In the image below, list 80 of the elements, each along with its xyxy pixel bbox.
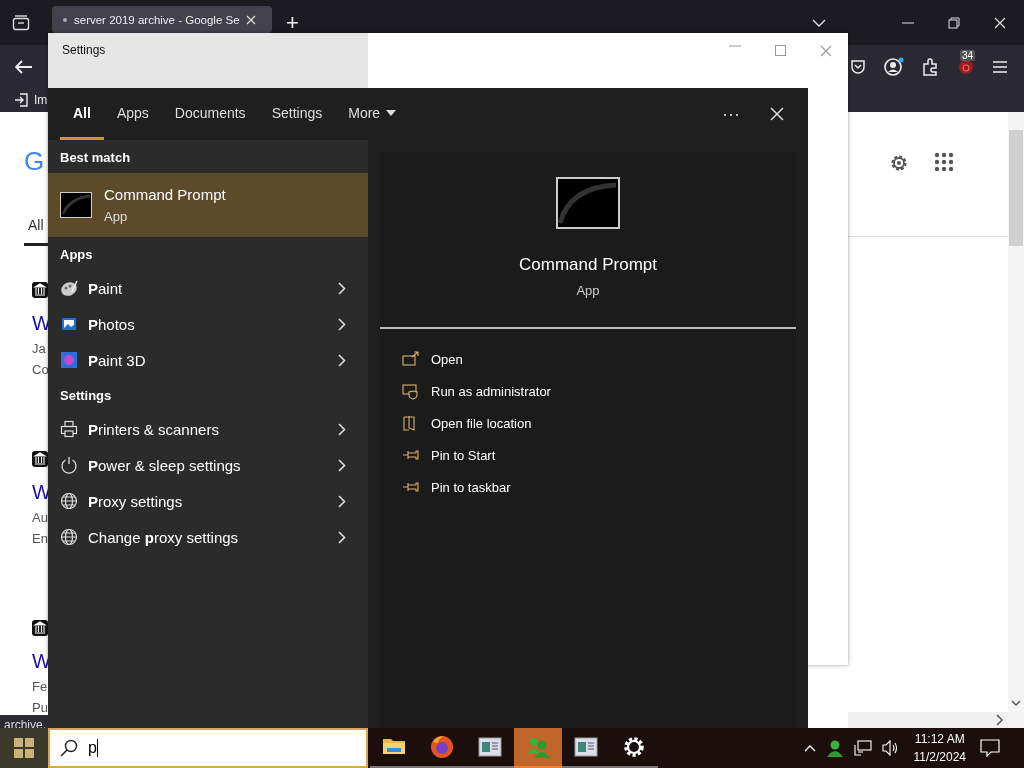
building-icon — [32, 451, 48, 467]
result-item[interactable]: Power & sleep settings — [48, 447, 368, 483]
filter-tab[interactable]: More — [335, 88, 410, 140]
window-title: Settings — [62, 43, 106, 57]
more-options-button[interactable]: ⋯ — [722, 103, 740, 125]
scrollbar-thumb[interactable] — [1009, 130, 1023, 246]
tab-title: server 2019 archive - Google Se — [74, 13, 240, 26]
account-icon[interactable] — [884, 56, 904, 77]
chevron-right-icon[interactable] — [996, 714, 1004, 726]
clock[interactable]: 11:12 AM 11/2/2024 — [913, 732, 966, 764]
browser-icon[interactable] — [429, 734, 455, 760]
result-item[interactable]: Photos — [48, 306, 368, 342]
search-icon — [60, 739, 78, 757]
app-type: App — [576, 283, 600, 298]
volume-icon[interactable] — [881, 740, 900, 756]
result-item[interactable]: Printers & scanners — [48, 411, 368, 447]
result-text: Ja — [32, 341, 46, 356]
menu-icon[interactable] — [992, 59, 1008, 74]
best-match-item[interactable]: Command Prompt App — [48, 173, 368, 237]
section-heading: Apps — [59, 246, 94, 264]
section-heading: Best match — [59, 149, 132, 167]
action-item[interactable]: Open — [380, 343, 796, 375]
building-icon — [32, 620, 48, 636]
browser-tab[interactable]: server 2019 archive - Google Se — [52, 6, 272, 33]
action-item[interactable]: Open file location — [380, 407, 796, 439]
text-cursor — [96, 739, 98, 757]
palette-icon — [60, 279, 78, 297]
grid-icon — [13, 737, 35, 759]
section-heading: Settings — [59, 387, 113, 405]
count-badge: 34 — [960, 49, 976, 61]
gear-icon[interactable] — [621, 734, 647, 760]
settings-icon[interactable] — [888, 152, 910, 174]
terminal-icon — [60, 192, 92, 218]
open-icon — [402, 350, 419, 368]
restore-icon[interactable] — [948, 16, 960, 29]
person-icon[interactable] — [825, 739, 844, 757]
chevron-up-icon[interactable] — [803, 744, 816, 752]
window-icon[interactable] — [477, 734, 503, 760]
apps-grid-icon[interactable] — [934, 152, 954, 172]
result-text: Au — [32, 510, 48, 525]
power-icon — [60, 456, 78, 474]
start-button[interactable] — [0, 728, 48, 768]
action-item[interactable]: Pin to taskbar — [380, 471, 796, 503]
result-text: Pu — [32, 700, 48, 715]
filter-tab[interactable]: Apps — [103, 88, 162, 140]
result-text: Co — [32, 362, 49, 377]
search-field[interactable]: p — [48, 728, 368, 768]
result-item[interactable]: Paint — [48, 270, 368, 306]
puzzle-icon[interactable] — [922, 57, 940, 76]
result-item[interactable]: Paint 3D — [48, 342, 368, 378]
pocket-icon[interactable] — [850, 58, 866, 75]
shield-icon — [402, 382, 419, 400]
new-tab-button[interactable]: + — [286, 11, 299, 34]
action-item[interactable]: Pin to Start — [380, 439, 796, 471]
import-icon[interactable] — [14, 93, 28, 107]
app-name: Command Prompt — [519, 255, 657, 275]
action-item[interactable]: Run as administrator — [380, 375, 796, 407]
image-icon — [60, 315, 78, 333]
app-tile-icon — [60, 351, 78, 369]
filter-tab[interactable]: Settings — [258, 88, 336, 140]
notification-icon[interactable] — [980, 739, 1000, 757]
maximize-icon[interactable] — [775, 45, 786, 56]
terminal-icon — [556, 177, 620, 229]
tab-list-icon[interactable] — [12, 14, 30, 31]
result-text: En — [32, 531, 48, 546]
result-text: Fe — [32, 679, 48, 694]
printer-icon — [60, 420, 78, 438]
bookmark-label[interactable]: Im — [34, 93, 48, 107]
back-arrow-icon[interactable] — [15, 59, 33, 74]
network-icon[interactable] — [853, 740, 872, 756]
globe-icon — [60, 492, 78, 510]
result-item[interactable]: Proxy settings — [48, 483, 368, 519]
caret-icon — [386, 109, 397, 116]
dot-icon — [62, 16, 68, 23]
filter-tab[interactable]: Documents — [161, 88, 259, 140]
building-icon — [32, 282, 48, 298]
globe-icon — [60, 528, 78, 546]
result-item[interactable]: Change proxy settings — [48, 519, 368, 555]
chevron-down-icon[interactable] — [1011, 700, 1021, 706]
window-icon[interactable] — [573, 734, 599, 760]
